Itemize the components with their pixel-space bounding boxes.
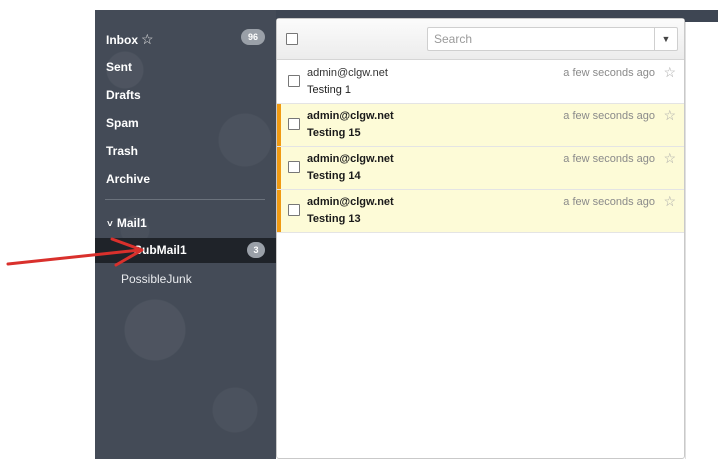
sidebar-item-archive[interactable]: Archive: [106, 171, 150, 187]
sidebar-item-sent[interactable]: Sent: [106, 59, 132, 75]
message-timestamp: a few seconds ago: [563, 196, 655, 208]
sidebar-item-label: Sent: [106, 60, 133, 74]
message-checkbox[interactable]: [288, 75, 300, 87]
star-icon[interactable]: ☆: [663, 107, 676, 124]
message-row[interactable]: admin@clgw.net Testing 14 a few seconds …: [277, 147, 684, 190]
select-all-checkbox[interactable]: [286, 33, 298, 45]
sidebar-item-label: Inbox: [106, 33, 138, 47]
message-subject: Testing 1: [307, 84, 352, 96]
message-toolbar: ▼: [277, 19, 684, 60]
sidebar-item-drafts[interactable]: Drafts: [106, 87, 141, 103]
sidebar-item-inbox[interactable]: Inbox ☆: [106, 31, 154, 47]
sidebar-item-possiblejunk[interactable]: PossibleJunk: [121, 272, 192, 286]
sidebar: Inbox ☆ 96 Sent Drafts Spam Trash Archive…: [95, 10, 276, 459]
star-icon[interactable]: ☆: [663, 64, 676, 81]
sidebar-item-label: Trash: [106, 144, 139, 158]
panel-edge: [685, 22, 686, 459]
message-subject: Testing 13: [307, 213, 361, 225]
sidebar-item-spam[interactable]: Spam: [106, 115, 139, 131]
sidebar-item-label: Drafts: [106, 88, 141, 102]
message-sender: admin@clgw.net: [307, 67, 388, 79]
sidebar-item-label: Mail1: [116, 216, 147, 230]
message-timestamp: a few seconds ago: [563, 110, 655, 122]
message-row[interactable]: admin@clgw.net Testing 15 a few seconds …: [277, 104, 684, 147]
search-dropdown-icon[interactable]: ▼: [655, 27, 678, 51]
message-timestamp: a few seconds ago: [563, 67, 655, 79]
message-sender: admin@clgw.net: [307, 196, 394, 208]
sidebar-item-label: Archive: [106, 172, 151, 186]
message-sender: admin@clgw.net: [307, 153, 394, 165]
inbox-count-badge: 96: [241, 29, 265, 45]
message-list-panel: ▼ admin@clgw.net Testing 1 a few seconds…: [276, 18, 685, 459]
sidebar-item-label: Spam: [106, 116, 139, 130]
sidebar-item-trash[interactable]: Trash: [106, 143, 138, 159]
sidebar-item-label: SubMail1: [134, 243, 187, 257]
sidebar-folder-mail1[interactable]: ˅ Mail1: [107, 215, 147, 231]
message-checkbox[interactable]: [288, 161, 300, 173]
message-checkbox[interactable]: [288, 204, 300, 216]
star-icon[interactable]: ☆: [663, 193, 676, 210]
message-checkbox[interactable]: [288, 118, 300, 130]
message-subject: Testing 15: [307, 127, 361, 139]
message-timestamp: a few seconds ago: [563, 153, 655, 165]
sidebar-divider: [105, 199, 265, 200]
message-row[interactable]: admin@clgw.net Testing 13 a few seconds …: [277, 190, 684, 233]
message-subject: Testing 14: [307, 170, 361, 182]
sidebar-item-submail1[interactable]: SubMail1 3: [95, 238, 276, 263]
message-sender: admin@clgw.net: [307, 110, 394, 122]
chevron-down-icon[interactable]: ˅: [107, 219, 113, 230]
message-row[interactable]: admin@clgw.net Testing 1 a few seconds a…: [277, 61, 684, 104]
submail1-count-badge: 3: [247, 242, 265, 258]
star-icon[interactable]: ☆: [663, 150, 676, 167]
search-input[interactable]: [427, 27, 655, 51]
star-icon[interactable]: ☆: [141, 31, 154, 47]
